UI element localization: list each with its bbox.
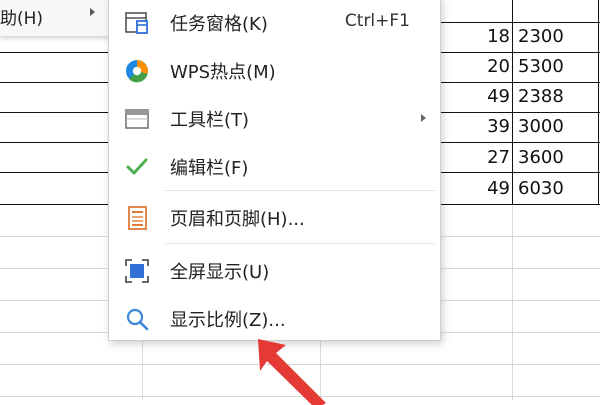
cell-value[interactable]: 49 [487,82,510,112]
menu-item-label: 页眉和页脚(H)... [170,209,305,230]
parent-menu: 助(H) [0,0,111,37]
cell-value[interactable]: 6030 [518,174,564,204]
fullscreen-icon [123,257,151,285]
menu-item-label: 编辑栏(F) [170,158,249,179]
menu-item-edit-bar[interactable]: 编辑栏(F) [109,143,440,189]
annotation-arrow-icon [258,339,326,405]
cell-value[interactable]: 5300 [518,52,564,82]
cell-value[interactable]: 3600 [518,143,564,173]
cell-value[interactable]: 3000 [518,112,564,142]
task-pane-icon [123,9,151,37]
menu-item-label: 工具栏(T) [170,110,250,131]
menu-item-label: 全屏显示(U) [170,262,270,283]
menu-separator [165,190,435,191]
submenu-arrow-icon [90,8,95,16]
menu-item-shortcut: Ctrl+F1 [344,11,410,31]
column-border [512,0,513,205]
menu-item-task-pane[interactable]: 任务窗格(K) Ctrl+F1 [109,0,440,45]
menu-item-header-footer[interactable]: 页眉和页脚(H)... [109,194,440,240]
menu-item-wps-hotspot[interactable]: WPS热点(M) [109,47,440,93]
cell-value[interactable]: 20 [487,52,510,82]
checkmark-icon [123,153,151,181]
menu-item-label: 任务窗格(K) [170,14,268,35]
zoom-magnifier-icon [123,305,151,333]
menu-item-label: WPS热点(M) [170,62,276,83]
menu-item-fullscreen[interactable]: 全屏显示(U) [109,247,440,293]
cell-value[interactable]: 2300 [518,22,564,52]
cell-value[interactable]: 27 [487,143,510,173]
cell-value[interactable]: 2388 [518,82,564,112]
cell-value[interactable]: 18 [487,22,510,52]
wps-hotspot-icon [123,57,151,85]
menu-item-label: 助(H) [0,9,44,29]
header-footer-icon [123,204,151,232]
column-border [512,205,513,400]
view-submenu: 任务窗格(K) Ctrl+F1 WPS热点(M) 工具栏(T) 编辑栏(F) 页… [108,0,441,341]
cell-value[interactable]: 49 [487,174,510,204]
menu-item-toolbar[interactable]: 工具栏(T) [109,95,440,141]
column-border [598,0,599,205]
submenu-arrow-icon [421,114,426,122]
menu-separator [165,243,435,244]
cell-value[interactable]: 39 [487,112,510,142]
toolbar-icon [123,105,151,133]
